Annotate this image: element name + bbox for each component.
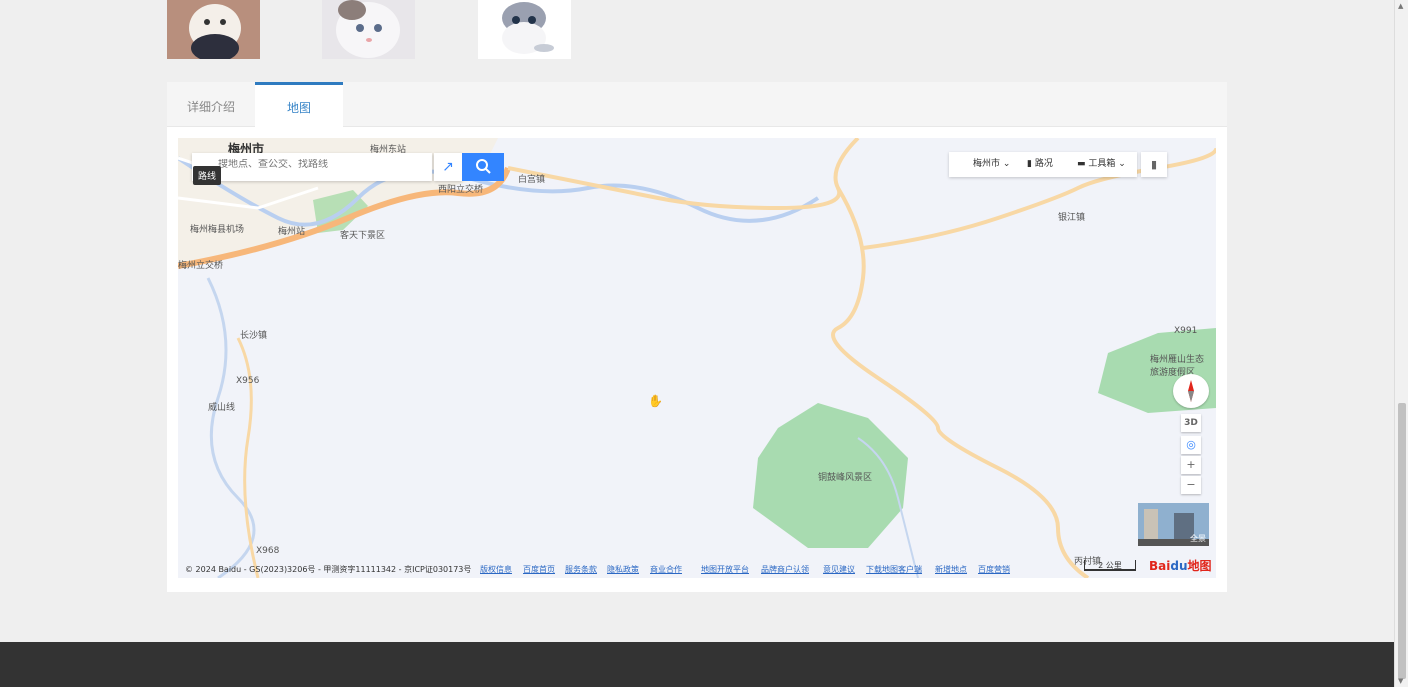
scroll-down-icon[interactable]: ▼ xyxy=(1398,677,1403,685)
cat-photo-3[interactable] xyxy=(478,0,571,59)
label-changsha-town[interactable]: 长沙镇 xyxy=(240,328,267,341)
label-tonggufeng-scenic[interactable]: 铜鼓峰风景区 xyxy=(818,470,872,483)
route-button[interactable]: ↗ xyxy=(434,153,462,181)
chevron-down-icon: ⌄ xyxy=(1002,159,1011,169)
footer-link-download[interactable]: 下载地图客户端 xyxy=(866,564,922,575)
toolbox-label: 工具箱 xyxy=(1088,159,1116,169)
city-select-label: 梅州市 xyxy=(973,159,1001,169)
footer-link-marketing[interactable]: 百度营销 xyxy=(978,564,1010,575)
footer-link-terms[interactable]: 服务条款 xyxy=(565,564,597,575)
compass-control[interactable] xyxy=(1173,374,1209,408)
cat-photo-2[interactable] xyxy=(322,0,415,59)
route-arrow-icon: ↗ xyxy=(442,159,454,175)
map-canvas[interactable]: 梅州市 梅州东站 西阳立交桥 白宫镇 梅州梅县机场 梅州站 客天下景区 梅州立交… xyxy=(178,138,1216,578)
map-search-button[interactable] xyxy=(462,153,504,181)
content-panel: 详细介绍 地图 梅州市 梅州东站 西阳立交桥 白宫镇 梅州梅县机场 梅州站 客天… xyxy=(167,82,1227,592)
label-baigong-town[interactable]: 白宫镇 xyxy=(518,172,545,185)
label-meizhou-station[interactable]: 梅州站 xyxy=(278,224,305,237)
label-meizhou-interchange[interactable]: 梅州立交桥 xyxy=(178,258,223,271)
page-scrollbar[interactable]: ▲ ▼ xyxy=(1394,0,1408,687)
compass-icon xyxy=(1188,380,1194,402)
footer-link-baidu-home[interactable]: 百度首页 xyxy=(523,564,555,575)
3d-button[interactable]: 3D xyxy=(1181,414,1201,432)
label-road-x968: X968 xyxy=(256,546,280,556)
scroll-thumb[interactable] xyxy=(1398,403,1406,679)
logo-sub: 地图 xyxy=(1187,559,1212,573)
city-select[interactable]: 梅州市 ⌄ xyxy=(973,152,1010,177)
footer-link-privacy[interactable]: 隐私政策 xyxy=(607,564,639,575)
message-icon: ▮ xyxy=(1150,158,1158,171)
traffic-light-icon: ▮ xyxy=(1027,159,1035,169)
panorama-label: 全景 xyxy=(1190,534,1206,543)
footer-link-feedback[interactable]: 意见建议 xyxy=(823,564,855,575)
traffic-label: 路况 xyxy=(1034,159,1053,169)
search-icon xyxy=(476,159,491,174)
tab-bar: 详细介绍 地图 xyxy=(167,82,1227,128)
zoom-in-button[interactable]: + xyxy=(1181,456,1201,474)
map-copyright: © 2024 Baidu - GS(2023)3206号 - 甲测资字11111… xyxy=(185,565,472,574)
label-road-x956: X956 xyxy=(236,376,260,386)
message-button[interactable]: ▮ xyxy=(1141,152,1167,177)
zoom-out-button[interactable]: − xyxy=(1181,476,1201,494)
locate-icon: ◎ xyxy=(1186,438,1196,451)
label-xiyang-interchange[interactable]: 西阳立交桥 xyxy=(438,182,483,195)
page-footer xyxy=(0,642,1408,687)
label-kejia-scenic[interactable]: 客天下景区 xyxy=(340,228,385,241)
locate-button[interactable]: ◎ xyxy=(1181,436,1201,454)
scroll-up-icon[interactable]: ▲ xyxy=(1398,2,1403,10)
label-yanshan-line[interactable]: 威山线 xyxy=(208,400,235,413)
map-roads xyxy=(178,138,1216,578)
traffic-toggle[interactable]: ▮ 路况 xyxy=(1027,152,1053,177)
map-search-box xyxy=(192,153,432,181)
chevron-down-icon: ⌄ xyxy=(1118,159,1126,169)
logo-paw: du xyxy=(1170,559,1188,573)
tab-detail[interactable]: 详细介绍 xyxy=(167,82,255,127)
panorama-thumbnail[interactable]: 全景 xyxy=(1138,503,1209,546)
scale-bar: 2 公里 xyxy=(1084,560,1136,571)
footer-link-merchant[interactable]: 品牌商户认领 xyxy=(761,564,809,575)
label-yinjiang-town[interactable]: 银江镇 xyxy=(1058,210,1085,223)
map-toolbar: 梅州市 ⌄ ▮ 路况 ▬ 工具箱 ⌄ xyxy=(949,152,1137,177)
footer-link-copyright[interactable]: 版权信息 xyxy=(480,564,512,575)
cat-photo-1[interactable] xyxy=(167,0,260,59)
logo-text: Bai xyxy=(1149,559,1171,573)
toolbox-icon: ▬ xyxy=(1077,159,1089,169)
label-road-x991: X991 xyxy=(1174,326,1198,336)
footer-link-add-place[interactable]: 新增地点 xyxy=(935,564,967,575)
baidu-map-logo[interactable]: Baidu地图 xyxy=(1149,557,1212,574)
footer-link-open-platform[interactable]: 地图开放平台 xyxy=(701,564,749,575)
footer-link-business[interactable]: 商业合作 xyxy=(650,564,682,575)
hand-cursor-icon: ✋ xyxy=(648,394,663,408)
tab-map[interactable]: 地图 xyxy=(255,82,343,128)
label-meixian-airport[interactable]: 梅州梅县机场 xyxy=(190,222,244,235)
toolbox-menu[interactable]: ▬ 工具箱 ⌄ xyxy=(1077,152,1126,177)
route-tooltip: 路线 xyxy=(193,166,222,185)
map-search-input[interactable] xyxy=(218,159,418,170)
